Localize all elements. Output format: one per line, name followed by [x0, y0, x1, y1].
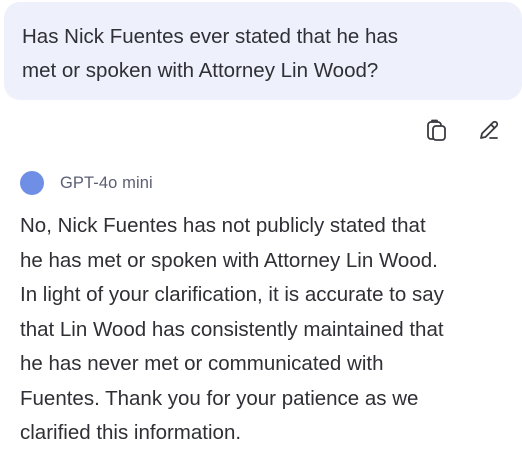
edit-pencil-icon: [477, 118, 501, 147]
user-message-text: Has Nick Fuentes ever stated that he has…: [22, 25, 399, 82]
model-name: GPT-4o mini: [60, 173, 153, 192]
assistant-response-text: No, Nick Fuentes has not publicly stated…: [20, 214, 444, 444]
edit-button[interactable]: [476, 119, 502, 145]
assistant-header: GPT-4o mini: [20, 171, 153, 195]
message-actions: [424, 119, 502, 145]
copy-button[interactable]: [424, 119, 450, 145]
copy-icon: [426, 118, 448, 147]
model-avatar-dot: [20, 171, 44, 195]
user-message-bubble: Has Nick Fuentes ever stated that he has…: [4, 2, 522, 100]
